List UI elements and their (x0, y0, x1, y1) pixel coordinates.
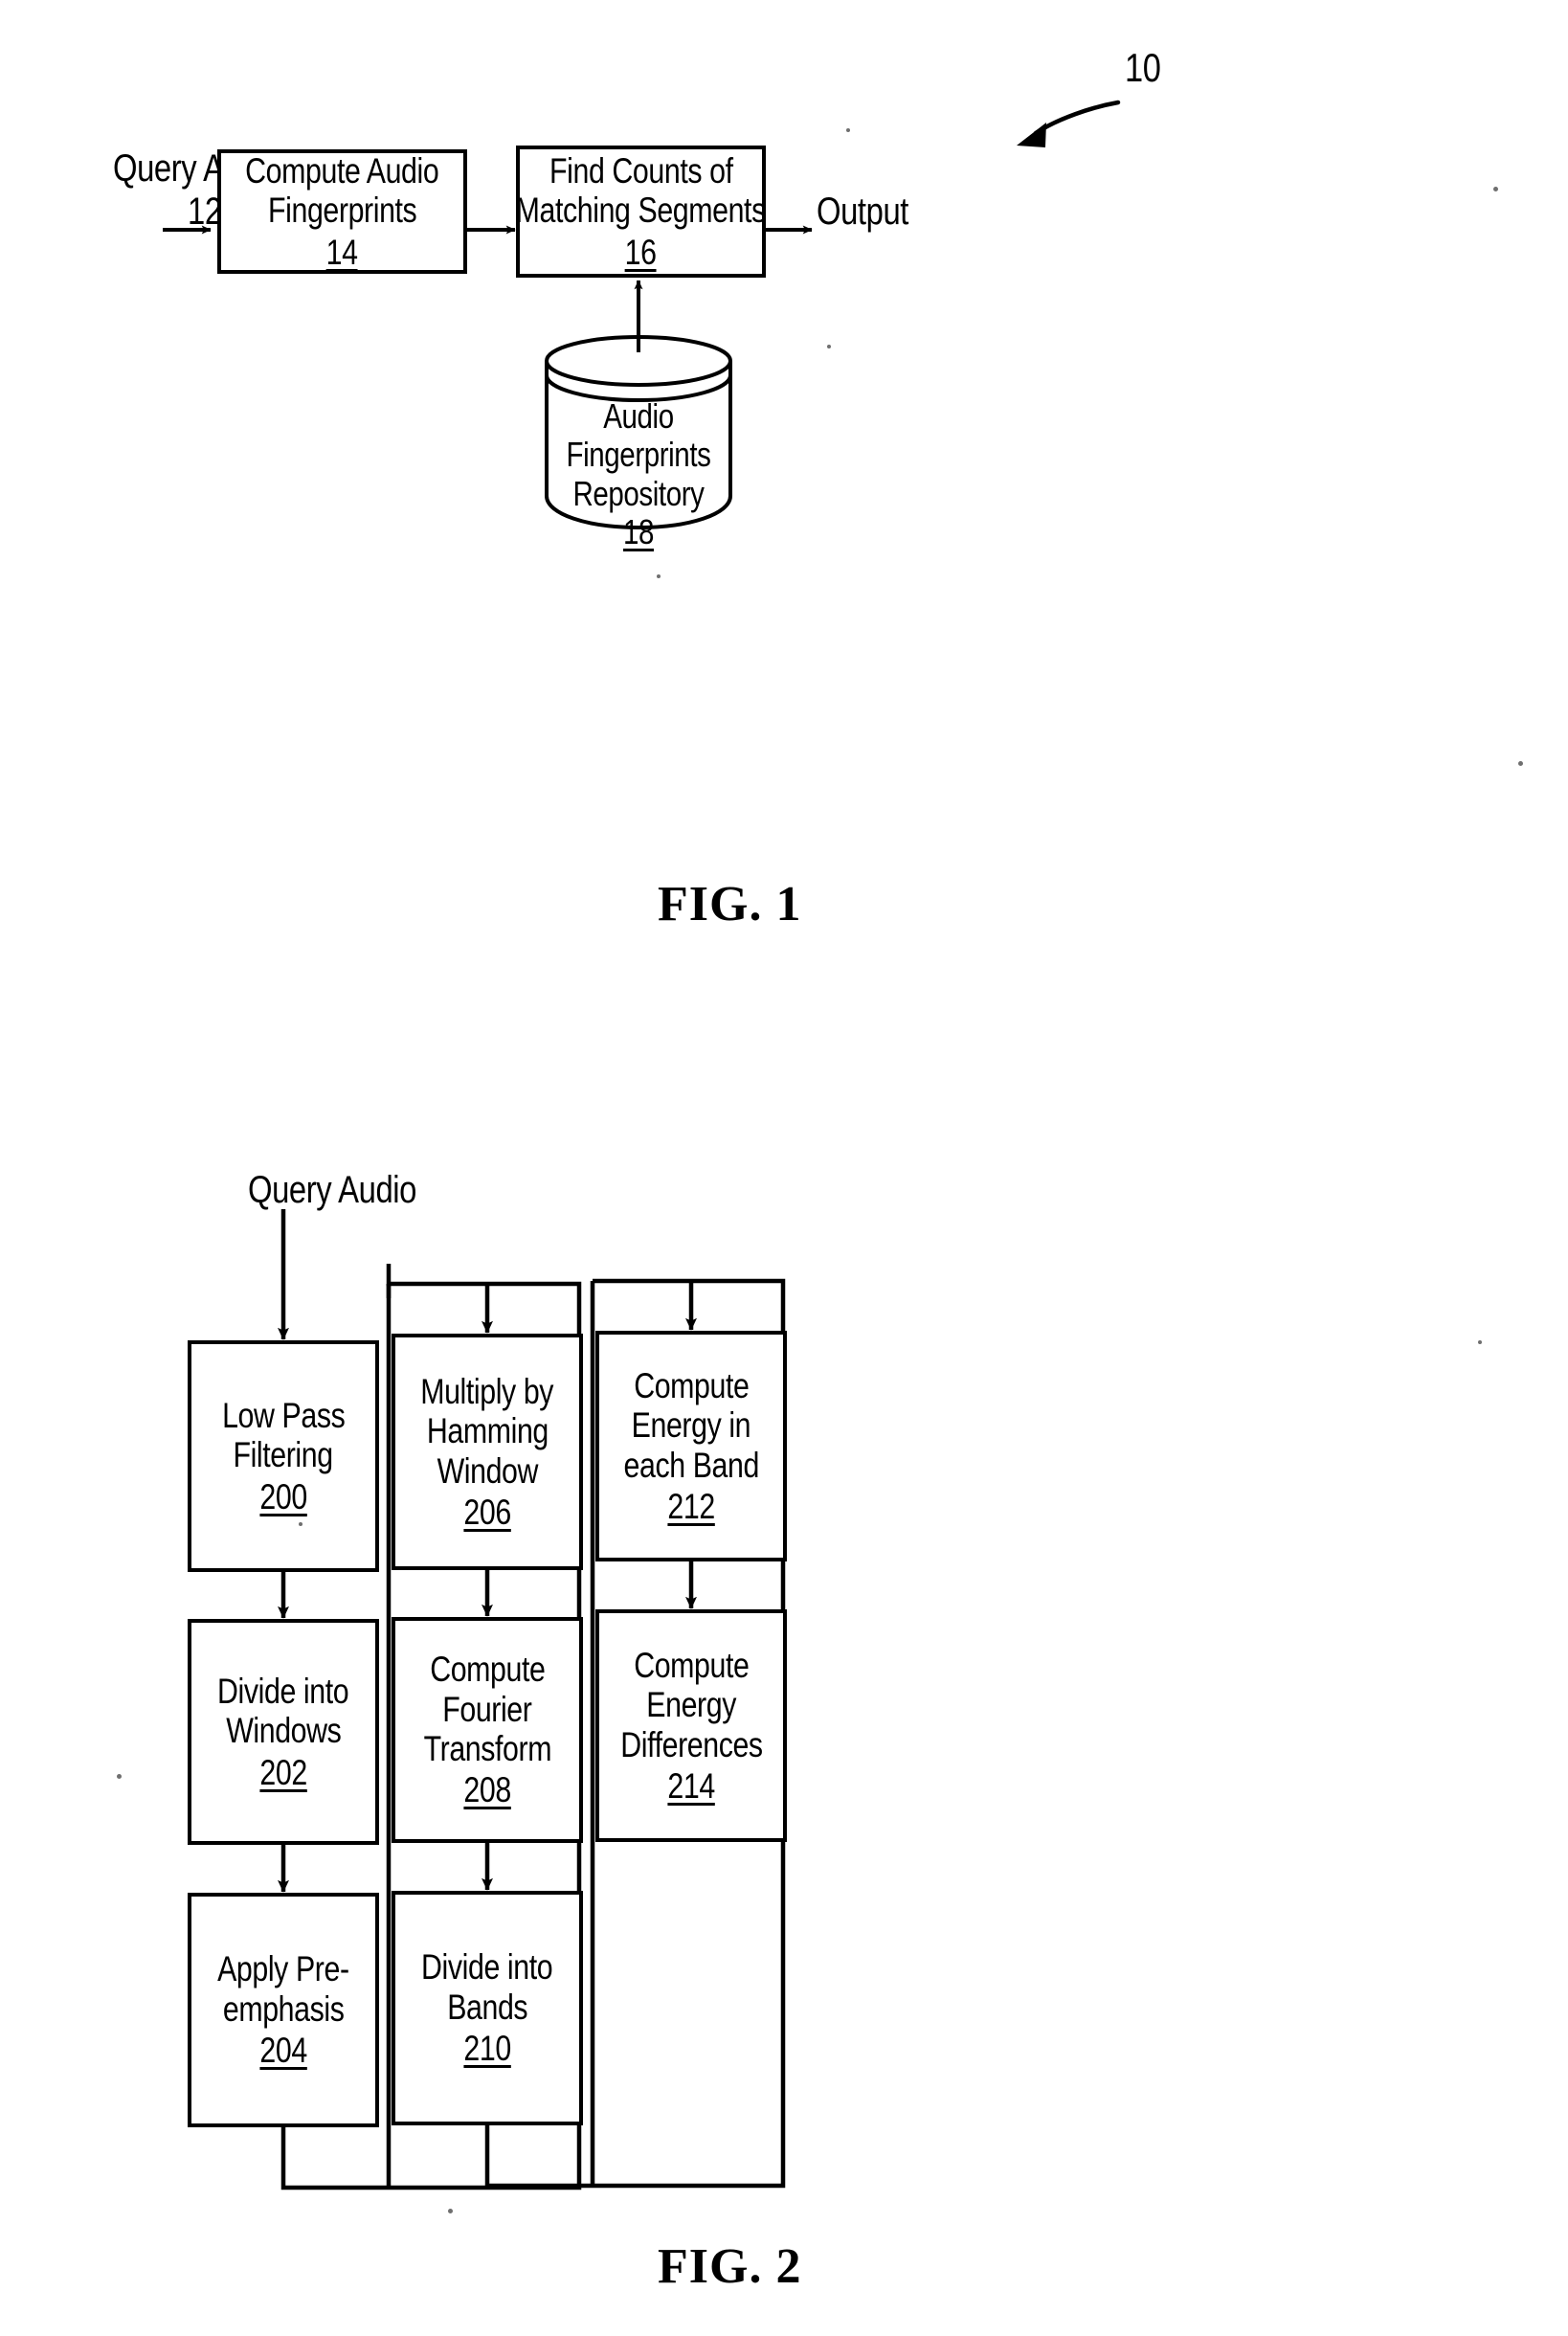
fig1-repository-text: Audio Fingerprints Repository 18 (547, 396, 730, 551)
scan-speck (846, 128, 850, 132)
fig1-system-ref: 10 (1125, 45, 1169, 90)
fig2-box212-ref: 212 (667, 1486, 715, 1526)
fig2-caption: FIG. 2 (658, 2238, 801, 2295)
fig1-repo-line2: Fingerprints (566, 435, 711, 475)
fig2-box200-ref: 200 (259, 1476, 307, 1516)
fig2-box210-ref: 210 (463, 2029, 511, 2069)
fig1-repo-line1: Audio (603, 396, 674, 436)
fig2-box208-line1: Compute (429, 1650, 546, 1690)
fig2-box-divide-into-bands[interactable]: Divide into Bands 210 (392, 1891, 583, 2125)
fig2-box214-ref: 214 (667, 1765, 715, 1806)
fig2-box210-line2: Bands (446, 1987, 527, 2027)
fig1-repo-ref: 18 (622, 511, 655, 551)
fig2-box204-ref: 204 (259, 2031, 307, 2071)
fig2-box-compute-fourier-transform[interactable]: Compute Fourier Transform 208 (392, 1617, 583, 1843)
fig2-box202-ref: 202 (259, 1752, 307, 1792)
scan-speck (1493, 187, 1498, 191)
fig2-box214-line1: Compute (633, 1645, 750, 1685)
fig2-box-divide-into-windows[interactable]: Divide into Windows 202 (188, 1619, 379, 1845)
fig2-box-compute-energy-differences[interactable]: Compute Energy Differences 214 (595, 1609, 787, 1842)
scan-speck (1518, 761, 1523, 766)
patent-drawing-page: Query Audio 12 10 Compute Audio Fingerpr… (0, 0, 1568, 2336)
fig1-system-ref-text: 10 (1125, 45, 1161, 90)
fig2-box210-line1: Divide into (421, 1947, 553, 1988)
scan-speck (827, 345, 831, 348)
fig2-box-multiply-by-hamming-window[interactable]: Multiply by Hamming Window 206 (392, 1334, 583, 1570)
fig2-box214-line3: Differences (619, 1724, 763, 1764)
fig2-box202-line1: Divide into (217, 1671, 349, 1711)
fig2-box-low-pass-filtering[interactable]: Low Pass Filtering 200 (188, 1340, 379, 1572)
fig1-box16-line1: Find Counts of (549, 150, 733, 191)
scan-speck (1478, 1340, 1482, 1344)
fig1-caption: FIG. 1 (658, 876, 801, 932)
fig2-input-label: Query Audio (230, 1169, 436, 1211)
scan-speck (299, 1522, 302, 1526)
fig2-box200-line2: Filtering (233, 1435, 334, 1475)
fig2-box204-line1: Apply Pre- (217, 1949, 349, 1989)
scan-speck (117, 1774, 122, 1779)
fig1-output-label: Output (817, 191, 929, 233)
system-ref-leader (1017, 100, 1121, 147)
fig1-box-compute-audio-fingerprints[interactable]: Compute Audio Fingerprints 14 (217, 149, 467, 274)
fig2-box206-ref: 206 (463, 1492, 511, 1532)
fig2-box212-line1: Compute (633, 1365, 750, 1405)
fig1-box14-line1: Compute Audio (245, 150, 439, 191)
fig2-box212-line3: each Band (623, 1445, 759, 1485)
fig2-box206-line2: Hamming (426, 1411, 549, 1451)
fig2-input-label-text: Query Audio (247, 1169, 417, 1211)
fig2-box206-line1: Multiply by (420, 1371, 554, 1411)
fig2-box200-line1: Low Pass (221, 1395, 346, 1435)
fig1-box14-line2: Fingerprints (267, 191, 417, 231)
fig2-box-apply-pre-emphasis[interactable]: Apply Pre- emphasis 204 (188, 1893, 379, 2127)
fig2-box214-line2: Energy (646, 1685, 736, 1725)
fig2-box212-line2: Energy in (631, 1405, 751, 1446)
fig1-caption-text: FIG. 1 (658, 877, 802, 932)
scan-speck (448, 2209, 453, 2213)
fig2-box-compute-energy-in-each-band[interactable]: Compute Energy in each Band 212 (595, 1331, 787, 1561)
fig2-box208-ref: 208 (463, 1770, 511, 1810)
fig2-box204-line2: emphasis (222, 1988, 345, 2029)
fig2-box202-line2: Windows (225, 1711, 342, 1751)
fig2-box206-line3: Window (437, 1450, 538, 1491)
fig1-box16-ref: 16 (625, 232, 657, 272)
fig1-box16-line2: Matching Segments (515, 191, 767, 231)
fig1-output-label-text: Output (817, 191, 909, 233)
scan-speck (657, 574, 661, 578)
fig1-box14-ref: 14 (326, 232, 358, 272)
fig2-caption-text: FIG. 2 (658, 2239, 802, 2294)
fig2-box208-line2: Fourier (442, 1689, 532, 1729)
fig1-repo-line3: Repository (572, 473, 705, 513)
fig1-box-find-counts-of-matching-segments[interactable]: Find Counts of Matching Segments 16 (515, 146, 767, 278)
fig2-box208-line3: Transform (423, 1729, 551, 1768)
